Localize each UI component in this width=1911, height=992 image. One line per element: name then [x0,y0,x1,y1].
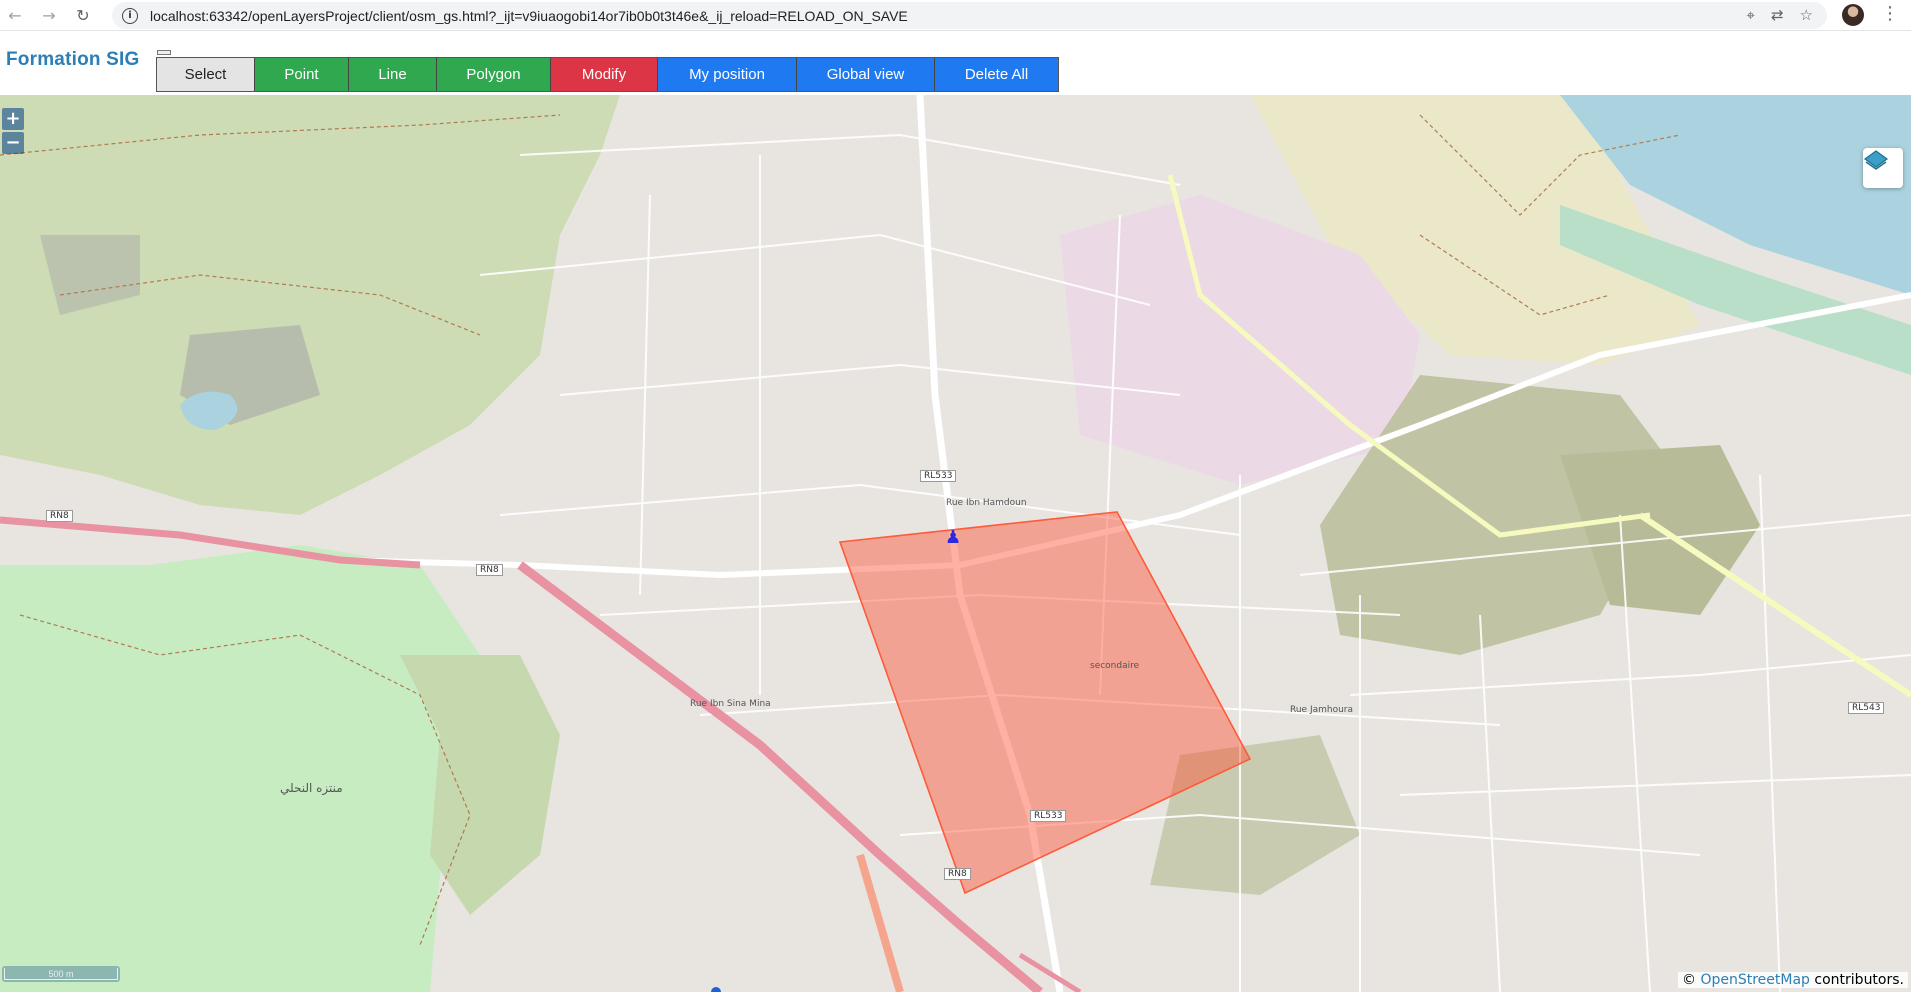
street-label: Rue Ibn Hamdoun [946,498,1027,508]
forward-icon[interactable]: → [36,2,62,28]
modify-button[interactable]: Modify [551,58,658,91]
layer-switcher-button[interactable] [1863,148,1903,188]
zoom-out-button[interactable]: − [2,132,24,154]
road-label: RL543 [1848,702,1885,714]
road-label: RN8 [476,564,503,576]
location-icon[interactable]: ⌖ [1747,6,1755,24]
layers-icon [1863,150,1889,170]
street-label: Rue Jamhoura [1290,705,1354,715]
global-view-button[interactable]: Global view [797,58,935,91]
browser-toolbar: ← → ↻ i localhost:63342/openLayersProjec… [0,0,1911,31]
collapse-toggle[interactable] [157,50,171,55]
avatar[interactable] [1842,4,1864,26]
url-text[interactable]: localhost:63342/openLayersProject/client… [150,8,908,24]
delete-all-button[interactable]: Delete All [935,58,1058,91]
address-bar[interactable]: i localhost:63342/openLayersProject/clie… [112,2,1827,29]
page-title: Formation SIG [6,49,140,70]
reload-icon[interactable]: ↻ [70,2,96,28]
zoom-control: + − [2,108,25,154]
street-label: secondaire [1090,661,1140,671]
scale-line: 500 m [2,966,120,982]
site-info-icon[interactable]: i [122,7,138,24]
osm-link[interactable]: OpenStreetMap [1700,972,1809,988]
line-button[interactable]: Line [349,58,437,91]
place-label: منتزه النحلي [280,781,343,795]
address-bar-icons: ⌖ ⇄ ☆ [1747,6,1813,24]
copyright-symbol: © [1682,972,1697,988]
street-label: Rue Ibn Sina Mina [690,699,771,709]
point-button[interactable]: Point [255,58,349,91]
menu-icon[interactable]: ⋮ [1880,3,1900,27]
map-viewport[interactable]: RL533 RL533 RN8 RN8 RN8 RL543 Rue Ibn Ha… [0,95,1911,992]
attribution-suffix: contributors. [1814,972,1904,988]
road-label: RN8 [46,510,73,522]
road-label: RL533 [920,470,957,482]
road-label: RN8 [944,868,971,880]
translate-icon[interactable]: ⇄ [1771,6,1784,24]
scale-text: 500 m [4,968,118,980]
road-label: RL533 [1030,810,1067,822]
zoom-in-button[interactable]: + [2,108,24,130]
my-position-button[interactable]: My position [658,58,797,91]
polygon-button[interactable]: Polygon [437,58,551,91]
map-toolbar: Select Point Line Polygon Modify My posi… [156,57,1059,92]
user-position-marker[interactable]: ♟ [945,527,961,548]
star-icon[interactable]: ☆ [1800,6,1813,24]
select-button[interactable]: Select [157,58,255,91]
back-icon[interactable]: ← [2,2,28,28]
attribution: © OpenStreetMap contributors. [1678,972,1908,988]
